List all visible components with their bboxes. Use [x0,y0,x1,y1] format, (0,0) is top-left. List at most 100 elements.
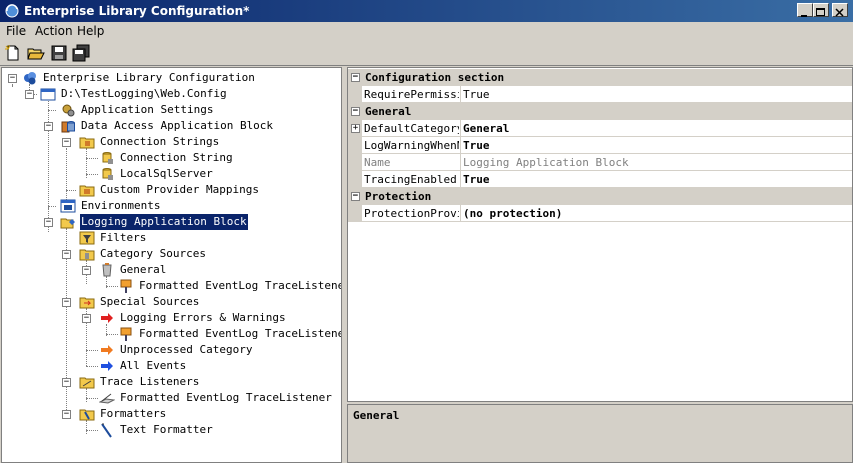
collapse-toggle[interactable]: − [62,250,71,259]
property-row-protectionprovider[interactable]: ProtectionProvid (no protection) [348,205,852,222]
tree-label: Formatted EventLog TraceListener [120,391,332,404]
folder-icon [79,377,95,389]
config-file-icon [40,88,56,101]
category-icon [102,263,112,277]
property-name: LogWarningWhenNo [364,139,459,152]
property-value[interactable]: General [463,120,509,137]
category-configuration-section[interactable]: − Configuration section [348,69,852,86]
expand-toggle[interactable]: + [351,124,360,133]
minimize-icon [801,15,807,17]
tree-label: Custom Provider Mappings [100,183,259,196]
tree-label: Data Access Application Block [81,119,274,132]
tree-label: Enterprise Library Configuration [43,71,255,84]
environments-icon [60,199,76,213]
formatter-icon [101,423,112,438]
menu-bar: File Action Help [0,22,853,40]
collapse-toggle[interactable]: − [44,218,53,227]
trace-listener-icon [99,393,115,404]
property-row-requirepermission[interactable]: RequirePermissio True [348,86,852,103]
menu-file[interactable]: File [6,24,26,38]
tree-label: Formatters [100,407,167,420]
settings-icon [62,104,75,117]
category-protection[interactable]: − Protection [348,188,852,205]
property-value[interactable]: True [463,171,490,188]
property-grid[interactable]: − Configuration section RequirePermissio… [347,67,853,402]
collapse-toggle[interactable]: − [62,410,71,419]
property-row-defaultcategory[interactable]: + DefaultCategory General [348,120,852,137]
listener-ref-icon [120,279,132,293]
property-row-tracingenabled[interactable]: TracingEnabled True [348,171,852,188]
maximize-icon [816,8,825,16]
tree-label: D:\TestLogging\Web.Config [61,87,227,100]
tree-label: Logging Application Block [79,213,249,231]
collapse-toggle[interactable]: − [82,314,91,323]
logging-block-icon [60,218,75,229]
tree-label: General [120,263,167,276]
description-pane: General [347,404,853,463]
menu-action[interactable]: Action [35,24,73,38]
close-button[interactable] [832,3,848,17]
tree-label: Text Formatter [120,423,213,436]
title-bar: Enterprise Library Configuration* [0,0,853,22]
maximize-button[interactable] [813,3,829,17]
collapse-toggle[interactable]: − [44,122,53,131]
filter-icon [79,231,95,245]
open-folder-icon[interactable] [27,44,45,62]
connection-icon [102,152,113,164]
minimize-button[interactable] [797,3,813,17]
tree-label: Category Sources [100,247,206,260]
property-value[interactable]: True [463,137,490,154]
folder-icon [79,249,95,261]
blue-arrow-icon [101,361,113,371]
app-icon [5,4,19,18]
folder-icon [79,185,95,197]
tree-label: Application Settings [81,103,214,116]
red-arrow-icon [101,313,113,323]
listener-ref-icon [120,327,132,341]
property-value[interactable]: (no protection) [463,205,562,222]
collapse-toggle[interactable]: − [351,192,360,201]
close-icon [835,8,844,17]
tree-label: Environments [81,199,161,212]
tree-label: Trace Listeners [100,375,200,388]
configuration-tree[interactable]: − Enterprise Library Configuration − D:\… [1,67,342,463]
description-title: General [353,409,400,422]
property-name: Name [364,156,391,169]
library-icon [24,72,36,85]
collapse-toggle[interactable]: − [62,378,71,387]
save-all-icon[interactable] [72,44,90,62]
menu-help[interactable]: Help [77,24,104,38]
property-name: ProtectionProvid [364,207,459,220]
collapse-toggle[interactable]: − [8,74,17,83]
toolbar [0,40,853,66]
property-row-name[interactable]: Name Logging Application Block [348,154,852,171]
new-icon[interactable] [4,44,22,62]
folder-icon [79,137,95,149]
tree-label: LocalSqlServer [120,167,213,180]
category-label: General [365,105,412,118]
tree-label: Connection Strings [100,135,220,148]
tree-label: Unprocessed Category [120,343,253,356]
collapse-toggle[interactable]: − [25,90,34,99]
collapse-toggle[interactable]: − [62,138,71,147]
save-icon[interactable] [50,44,68,62]
folder-icon [79,297,95,309]
tree-label: Formatted EventLog TraceListener [139,279,342,292]
tree-label: All Events [120,359,187,372]
collapse-toggle[interactable]: − [351,73,360,82]
collapse-toggle[interactable]: − [82,266,91,275]
folder-icon [79,409,95,421]
property-name: TracingEnabled [364,173,457,186]
category-label: Configuration section [365,71,505,84]
tree-label: Formatted EventLog TraceListener [139,327,342,340]
connection-icon [102,168,113,180]
property-value[interactable]: True [463,86,490,103]
collapse-toggle[interactable]: − [62,298,71,307]
tree-label: Filters [100,231,147,244]
property-row-logwarning[interactable]: LogWarningWhenNo True [348,137,852,154]
data-block-icon [61,121,75,133]
window-title: Enterprise Library Configuration* [24,4,250,18]
collapse-toggle[interactable]: − [351,107,360,116]
property-value: Logging Application Block [463,156,629,169]
category-general[interactable]: − General [348,103,852,120]
